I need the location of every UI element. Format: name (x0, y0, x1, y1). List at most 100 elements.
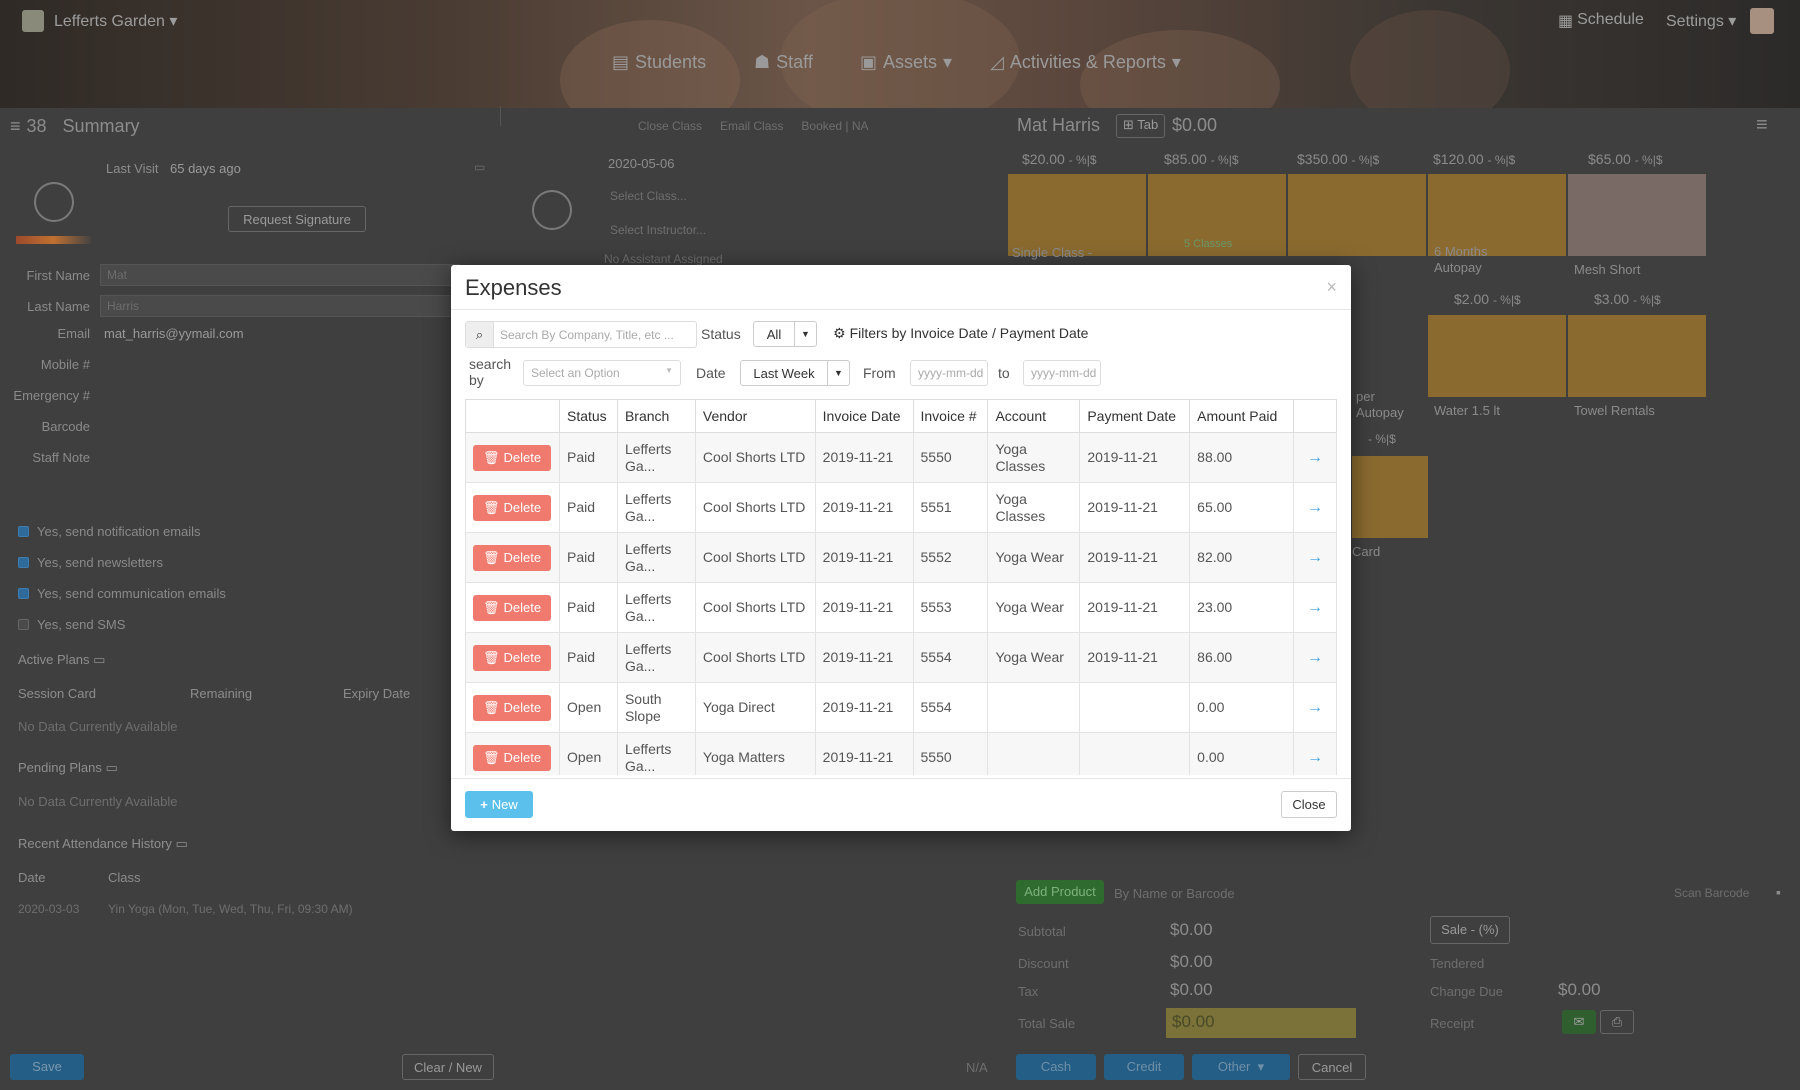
cell-status: Paid (558, 582, 618, 633)
product-name-partial: Card (1352, 544, 1381, 559)
product-tile[interactable]: 5 Classes (1148, 174, 1286, 256)
status-bar (16, 236, 91, 244)
delete-button[interactable]: 🗑 Delete (473, 694, 552, 721)
col-account[interactable]: Account (987, 399, 1081, 433)
arrow-right-icon[interactable]: → (1292, 732, 1337, 775)
arrow-right-icon[interactable]: → (1292, 582, 1337, 633)
tab-button[interactable]: ⊞ Tab (1116, 114, 1166, 138)
last-name-field[interactable]: Harris (100, 295, 460, 317)
from-date-input[interactable]: yyyy-mm-dd (910, 360, 988, 386)
delete-button[interactable]: 🗑 Delete (473, 744, 552, 771)
cash-button[interactable]: Cash (1016, 1054, 1096, 1080)
search-input[interactable]: Search By Company, Title, etc ... (494, 328, 674, 342)
customer-balance: $0.00 (1172, 115, 1218, 135)
other-payment-button[interactable]: Other ▾ (1192, 1054, 1290, 1080)
email-receipt-icon[interactable]: ✉ (1562, 1010, 1596, 1034)
nav-assets[interactable]: ▣ Assets ▾ (860, 52, 952, 73)
change-due-label: Change Due (1430, 984, 1503, 999)
save-icon[interactable]: ▪ (1776, 884, 1781, 900)
checkbox-newsletters[interactable]: Yes, send newsletters (18, 547, 226, 578)
col-amount-paid[interactable]: Amount Paid (1189, 399, 1294, 433)
product-tile[interactable]: Single Class - (1008, 174, 1146, 260)
col-payment-date[interactable]: Payment Date (1079, 399, 1191, 433)
delete-button[interactable]: 🗑 Delete (473, 444, 552, 471)
product-tile[interactable] (1568, 174, 1706, 256)
tax-value: $0.00 (1170, 980, 1213, 999)
add-product-button[interactable]: Add Product (1016, 880, 1104, 904)
checkbox-notification[interactable]: Yes, send notification emails (18, 516, 226, 547)
new-expense-button[interactable]: + New (465, 791, 533, 818)
close-icon[interactable]: × (1326, 277, 1337, 298)
arrow-right-icon[interactable]: → (1292, 482, 1337, 533)
status-dropdown[interactable]: All ▼ (753, 321, 817, 347)
cancel-sale-button[interactable]: Cancel (1298, 1054, 1366, 1080)
settings-menu[interactable]: Settings ▾ (1666, 11, 1736, 31)
select-instructor-dropdown[interactable]: Select Instructor... (604, 220, 990, 242)
product-tile[interactable] (1288, 174, 1426, 256)
subtotal-label: Subtotal (1018, 924, 1066, 939)
search-icon[interactable]: ⌕ (466, 322, 494, 347)
credit-button[interactable]: Credit (1104, 1054, 1184, 1080)
from-label: From (863, 365, 896, 381)
arrow-right-icon[interactable]: → (1292, 682, 1337, 733)
total-value: $0.00 (1166, 1008, 1356, 1038)
arrow-right-icon[interactable]: → (1292, 532, 1337, 583)
collapse-list-icon[interactable]: ≡ (10, 116, 21, 137)
arrow-right-icon[interactable]: → (1292, 632, 1337, 683)
attendance-col-class: Class (108, 870, 141, 885)
expand-panel-icon[interactable]: ≡ (1756, 114, 1768, 137)
date-range-dropdown[interactable]: Last Week ▼ (740, 360, 850, 386)
cell-status: Paid (558, 532, 618, 583)
divider (500, 106, 501, 126)
first-name-field[interactable]: Mat (100, 264, 460, 286)
select-class-dropdown[interactable]: Select Class... (604, 186, 990, 208)
id-card-icon[interactable]: ▭ (474, 160, 485, 174)
email-field[interactable]: mat_harris@yymail.com (104, 326, 244, 341)
delete-button[interactable]: 🗑 Delete (473, 544, 552, 571)
sale-discount-button[interactable]: Sale - (%) (1430, 916, 1510, 944)
delete-button[interactable]: 🗑 Delete (473, 594, 552, 621)
subtotal-value: $0.00 (1170, 920, 1213, 939)
plan-col-expiry: Expiry Date (343, 686, 411, 701)
arrow-right-icon[interactable]: → (1292, 432, 1337, 483)
nav-activities-reports[interactable]: ◿ Activities & Reports ▾ (990, 52, 1181, 73)
save-button[interactable]: Save (10, 1054, 84, 1080)
tendered-label: Tendered (1430, 956, 1485, 971)
cell-payment-date (1079, 732, 1191, 775)
product-tile[interactable] (1428, 315, 1566, 397)
delete-button[interactable]: 🗑 Delete (473, 494, 552, 521)
user-avatar[interactable] (1750, 8, 1774, 34)
cell-payment-date: 2019-11-21 (1079, 532, 1191, 583)
scan-barcode-input[interactable]: Scan Barcode (1674, 886, 1749, 900)
cell-amount: 86.00 (1189, 632, 1294, 683)
col-invoice-date[interactable]: Invoice Date (814, 399, 914, 433)
nav-students[interactable]: ▤ Students (612, 52, 706, 73)
product-search-input[interactable]: By Name or Barcode (1114, 886, 1235, 901)
email-class-link[interactable]: Email Class (720, 119, 783, 133)
search-by-select[interactable]: Select an Option ▼ (523, 360, 681, 386)
schedule-link[interactable]: ▦ Schedule (1558, 11, 1644, 31)
nav-staff[interactable]: ☗ Staff (754, 52, 813, 73)
receipt-label: Receipt (1430, 1016, 1475, 1031)
request-signature-button[interactable]: Request Signature (228, 206, 366, 232)
filter-options-link[interactable]: ⚙ Filters by Invoice Date / Payment Date (833, 325, 1088, 342)
col-status[interactable]: Status (558, 399, 618, 433)
print-receipt-icon[interactable]: ⎙ (1600, 1010, 1634, 1034)
notification-checkboxes: Yes, send notification emails Yes, send … (18, 516, 226, 640)
checkbox-communication[interactable]: Yes, send communication emails (18, 578, 226, 609)
product-tile[interactable] (1568, 315, 1706, 397)
left-panel-header: ≡ 38 Summary (10, 116, 140, 137)
delete-button[interactable]: 🗑 Delete (473, 644, 552, 671)
col-vendor[interactable]: Vendor (694, 399, 816, 433)
trash-icon: 🗑 (483, 550, 500, 565)
col-invoice-no[interactable]: Invoice # (912, 399, 989, 433)
clear-new-button[interactable]: Clear / New (402, 1054, 494, 1080)
col-branch[interactable]: Branch (616, 399, 696, 433)
checkbox-sms[interactable]: Yes, send SMS (18, 609, 226, 640)
close-class-link[interactable]: Close Class (638, 119, 702, 133)
row-actions-cell: 🗑 Delete (465, 682, 560, 733)
to-date-input[interactable]: yyyy-mm-dd (1023, 360, 1101, 386)
product-tile[interactable] (1352, 456, 1428, 538)
org-switcher[interactable]: Lefferts Garden ▾ (54, 11, 177, 31)
close-button[interactable]: Close (1281, 791, 1337, 818)
